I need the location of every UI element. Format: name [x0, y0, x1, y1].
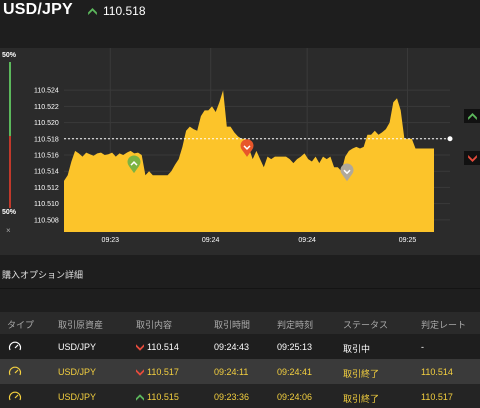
y-tick-label: 110.514 — [34, 169, 59, 176]
current-price: 110.518 — [88, 4, 146, 18]
arrow-down-icon — [136, 344, 144, 351]
cell-content: 110.517 — [136, 367, 179, 377]
price-chart[interactable]: 110.508 110.510 110.512 110.514 110.516 110.5… — [0, 48, 480, 255]
y-tick-label: 110.524 — [34, 88, 59, 95]
header: USD/JPY 110.518 — [0, 0, 480, 26]
cell-time: 09:24:11 — [214, 367, 249, 377]
buy-down-button[interactable] — [464, 151, 480, 165]
column-header-asset: 取引原資産 — [58, 320, 104, 330]
gauge-icon — [8, 366, 22, 376]
x-tick-label: 09:25 — [399, 237, 417, 244]
cell-status: 取引終了 — [343, 369, 380, 379]
current-price-value: 110.518 — [103, 4, 146, 18]
x-tick-label: 09:24 — [298, 237, 316, 244]
cell-asset: USD/JPY — [58, 392, 97, 402]
price-area — [64, 90, 434, 232]
table-row[interactable]: USD/JPY 110.515 09:23:36 09:24:06 取引終了 1… — [0, 384, 480, 408]
cell-asset: USD/JPY — [58, 342, 97, 352]
divider — [0, 288, 480, 289]
cell-status: 取引中 — [343, 344, 371, 354]
cell-content-value: 110.514 — [147, 342, 179, 352]
y-tick-label: 110.512 — [34, 185, 59, 192]
arrow-down-icon — [136, 369, 144, 376]
y-tick-label: 110.518 — [34, 136, 59, 143]
x-tick-label: 09:24 — [202, 237, 220, 244]
y-tick-label: 110.510 — [34, 201, 59, 208]
currency-pair-title: USD/JPY — [3, 1, 73, 18]
column-header-content: 取引内容 — [136, 320, 173, 330]
x-tick-label: 09:23 — [102, 237, 120, 244]
y-tick-label: 110.508 — [34, 217, 59, 224]
arrow-up-icon — [136, 394, 144, 401]
table-row[interactable]: USD/JPY 110.517 09:24:11 09:24:41 取引終了 1… — [0, 359, 480, 384]
current-price-dot — [447, 136, 453, 142]
column-header-status: ステータス — [343, 320, 389, 330]
buy-up-button[interactable] — [464, 109, 480, 123]
y-tick-label: 110.522 — [34, 104, 59, 111]
cell-content: 110.514 — [136, 342, 179, 352]
arrow-up-icon — [88, 7, 97, 15]
cell-judge-time: 09:24:06 — [277, 392, 313, 402]
cell-rate: 110.517 — [421, 392, 453, 402]
y-tick-label: 110.520 — [34, 120, 59, 127]
cell-judge-time: 09:25:13 — [277, 342, 313, 352]
cell-content: 110.515 — [136, 392, 179, 402]
price-chart-panel: 50% 50% × 110.508 110.510 110.512 110.514 11… — [0, 48, 480, 255]
column-header-rate: 判定レート — [421, 320, 467, 330]
arrow-down-icon — [467, 154, 477, 162]
options-table: タイプ 取引原資産 取引内容 取引時間 判定時刻 ステータス 判定レート USD… — [0, 312, 480, 408]
cell-asset: USD/JPY — [58, 367, 97, 377]
cell-time: 09:24:43 — [214, 342, 250, 352]
column-header-type: タイプ — [7, 320, 35, 330]
cell-time: 09:23:36 — [214, 392, 250, 402]
column-header-judge-time: 判定時刻 — [277, 320, 314, 330]
table-header: タイプ 取引原資産 取引内容 取引時間 判定時刻 ステータス 判定レート — [0, 312, 480, 334]
gauge-icon — [8, 391, 22, 401]
table-row[interactable]: USD/JPY 110.514 09:24:43 09:25:13 取引中 - — [0, 334, 480, 359]
arrow-up-icon — [467, 112, 477, 120]
cell-rate: - — [421, 342, 424, 352]
cell-status: 取引終了 — [343, 394, 380, 404]
cell-content-value: 110.515 — [147, 392, 179, 402]
y-tick-label: 110.516 — [34, 153, 59, 160]
cell-content-value: 110.517 — [147, 367, 179, 377]
cell-rate: 110.514 — [421, 367, 453, 377]
cell-judge-time: 09:24:41 — [277, 367, 313, 377]
gauge-icon — [8, 341, 22, 351]
section-title: 購入オプション詳細 — [2, 270, 84, 280]
column-header-time: 取引時間 — [214, 320, 251, 330]
